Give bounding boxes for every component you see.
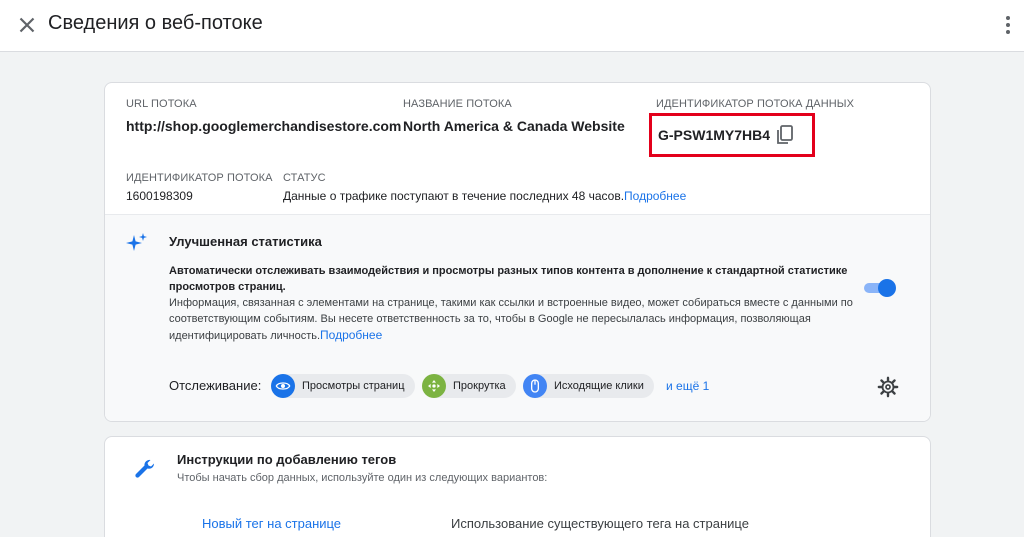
tab-existing-on-page-tag[interactable]: Использование существующего тега на стра…: [451, 516, 749, 531]
stream-details-card: URL потока http://shop.googlemerchandise…: [104, 82, 931, 422]
scroll-icon: [422, 374, 446, 398]
enhanced-desc-bold: Автоматически отслеживать взаимодействия…: [169, 265, 848, 293]
name-value: North America & Canada Website: [403, 118, 625, 134]
url-label: URL потока: [126, 98, 197, 110]
wrench-icon: [133, 457, 157, 481]
enhanced-learn-more-link[interactable]: Подробнее: [320, 328, 382, 342]
page-title: Сведения о веб-потоке: [48, 12, 263, 34]
tagging-subtitle: Чтобы начать сбор данных, используйте од…: [177, 472, 548, 484]
measurement-id-value: G-PSW1MY7HB4: [658, 127, 771, 143]
header-bar: Сведения о веб-потоке: [0, 0, 1024, 52]
status-learn-more-link[interactable]: Подробнее: [624, 189, 686, 203]
sparkle-icon: [125, 231, 149, 255]
status-value: Данные о трафике поступают в течение пос…: [283, 189, 625, 203]
url-value: http://shop.googlemerchandisestore.com: [126, 118, 402, 134]
status-label: Статус: [283, 172, 326, 184]
enhanced-description: Автоматически отслеживать взаимодействия…: [169, 263, 865, 344]
gear-icon[interactable]: [877, 376, 899, 398]
tagging-title: Инструкции по добавлению тегов: [177, 452, 397, 467]
chip-page-views[interactable]: Просмотры страниц: [271, 374, 415, 398]
enhanced-desc-text: Информация, связанная с элементами на ст…: [169, 297, 853, 342]
tagging-instructions-card: Инструкции по добавлению тегов Чтобы нач…: [104, 436, 931, 537]
eye-icon: [271, 374, 295, 398]
chip-scroll[interactable]: Прокрутка: [422, 374, 516, 398]
measurement-id-label: Идентификатор потока данных: [656, 98, 855, 110]
more-vert-icon[interactable]: [998, 14, 1018, 36]
close-icon[interactable]: [14, 12, 40, 38]
chip-outbound-clicks[interactable]: Исходящие клики: [523, 374, 654, 398]
stream-id-label: Идентификатор потока: [126, 172, 273, 184]
stream-id-value: 1600198309: [126, 189, 193, 203]
status-text: Данные о трафике поступают в течение пос…: [283, 189, 686, 203]
chip-scroll-label: Прокрутка: [453, 380, 506, 392]
enhanced-toggle[interactable]: [862, 278, 896, 298]
mouse-icon: [523, 374, 547, 398]
more-events-link[interactable]: и ещё 1: [666, 379, 709, 393]
chip-page-views-label: Просмотры страниц: [302, 380, 405, 392]
chip-outbound-clicks-label: Исходящие клики: [554, 380, 644, 392]
copy-icon[interactable]: [773, 123, 797, 147]
enhanced-title: Улучшенная статистика: [169, 234, 322, 249]
enhanced-measurement-section: Улучшенная статистика Автоматически отсл…: [105, 214, 930, 421]
name-label: Название потока: [403, 98, 512, 110]
tracking-label: Отслеживание:: [169, 378, 262, 393]
tab-new-on-page-tag[interactable]: Новый тег на странице: [202, 516, 341, 531]
